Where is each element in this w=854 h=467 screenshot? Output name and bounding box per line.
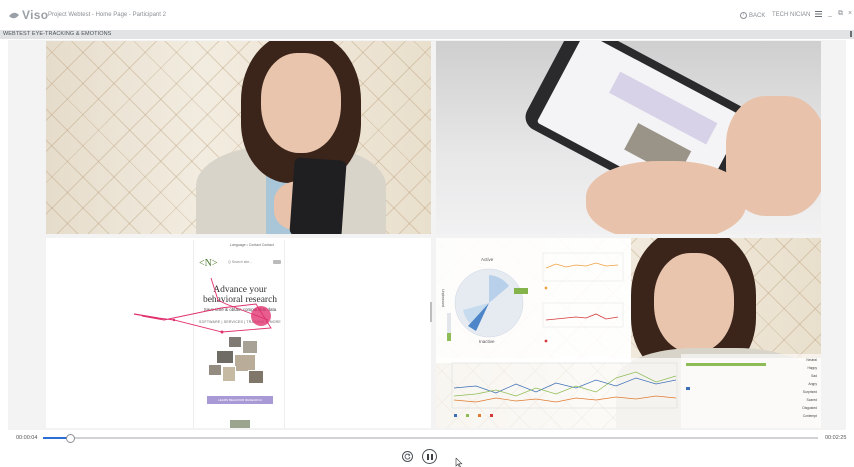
participant-face [261,53,341,153]
total-time: 00:02:25 [825,435,847,441]
webcam-video-tile [46,41,431,234]
close-button[interactable]: × [848,10,852,17]
user-name[interactable]: TECH NICIAN [772,12,810,18]
back-label: BACK [749,12,766,19]
emotion-label-neutral: Neutral [806,358,817,362]
back-button[interactable]: ‹ BACK [740,12,765,19]
emotion-dashboard: Active Inactive Unpleasant Neutral Happy… [436,238,821,428]
mobile-cta-button: LEARN BEHAVIOR RESEARCH [207,396,273,404]
mobile-headline: Advance your behavioral research [202,285,278,305]
app-name: Viso [22,8,49,22]
mobile-search: Q Search site... [228,260,253,264]
photo-collage [208,336,268,388]
viso-app: Viso Project Webtest - Home Page - Parti… [0,0,854,467]
emotion-label-disgusted: Disgusted [802,406,817,410]
emotion-label-scared: Scared [806,398,817,402]
mobile-subtext: Save time & obtain comparable data [203,307,277,312]
mobile-thumbnail [230,420,250,428]
hamburger-menu-icon[interactable] [815,11,822,17]
mobile-webpage-recording: Language • Contact Contact <N> Q Search … [193,240,285,428]
emotion-label-sad: Sad [811,374,817,378]
minimize-button[interactable]: _ [828,10,832,17]
noldus-logo: <N> [199,258,218,269]
analytics-tile: Active Inactive Unpleasant Neutral Happy… [436,238,821,428]
circumplex-chart [447,252,624,343]
tapping-hand [726,96,821,216]
mobile-links: SOFTWARE | SERVICES | TRAINING & MORE [199,320,281,324]
timeline-track[interactable] [43,437,818,439]
mobile-menu-icon [273,260,281,264]
pause-button[interactable] [422,449,437,464]
emotion-label-angry: Angry [808,382,817,386]
emotion-label-surprised: Surprised [802,390,817,394]
happy-bar [686,363,766,366]
emotion-label-happy: Happy [807,366,817,370]
replay-icon [404,453,411,460]
device-camera-tile [436,41,821,234]
timeline-emotion-chart [451,362,678,417]
mouse-cursor-icon [455,458,463,467]
section-header: WEBTEST EYE-TRACKING & EMOTIONS [0,30,854,39]
pause-icon [426,453,429,460]
maximize-button[interactable]: ⧉ [838,10,843,18]
timeline-scrubber[interactable] [66,434,76,443]
phone-image [289,157,347,234]
viso-logo-icon [9,12,19,19]
replay-button[interactable] [402,451,413,462]
project-title: Project Webtest - Home Page - Participan… [48,12,166,18]
title-bar: Viso Project Webtest - Home Page - Parti… [0,0,854,28]
holding-hand [586,161,746,234]
back-arrow-icon: ‹ [740,12,747,19]
mobile-nav: Language • Contact Contact [230,243,274,247]
scared-bar [686,387,690,390]
splitter-handle[interactable] [430,302,432,322]
section-title: WEBTEST EYE-TRACKING & EMOTIONS [3,31,112,37]
current-time: 00:00:04 [16,435,38,441]
section-marker[interactable] [850,31,852,37]
emotion-label-contempt: Contempt [802,414,817,418]
